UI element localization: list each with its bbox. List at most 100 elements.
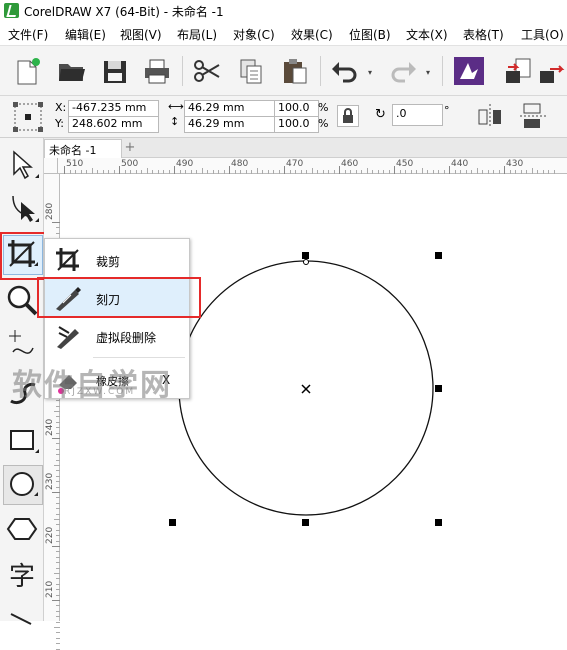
ruler-minor-tick	[56, 481, 60, 483]
ruler-minor-tick	[344, 170, 346, 174]
scale-x-field[interactable]: 100.0	[274, 100, 319, 117]
ruler-minor-tick	[355, 170, 357, 174]
ruler-minor-tick	[471, 170, 472, 174]
selection-handle	[435, 252, 442, 259]
ellipse-tool-icon[interactable]	[3, 465, 43, 505]
polygon-tool-icon[interactable]	[3, 510, 41, 548]
parallel-dimension-tool-icon[interactable]	[3, 600, 41, 638]
ruler-minor-tick	[234, 170, 236, 174]
new-document-icon[interactable]	[10, 55, 44, 87]
flyout-item-virtual-segment-delete[interactable]: 虚拟段删除	[45, 317, 189, 355]
ruler-minor-tick	[372, 170, 373, 174]
menu-tools[interactable]: 工具(O)	[521, 26, 564, 43]
ruler-tick	[229, 166, 230, 174]
ruler-tick	[52, 222, 60, 223]
ruler-minor-tick	[152, 170, 153, 174]
ruler-minor-tick	[80, 170, 82, 174]
ruler-tick	[52, 438, 60, 439]
zoom-tool-icon[interactable]	[3, 281, 41, 319]
crop-tool-highlight	[0, 232, 48, 280]
height-field[interactable]: 46.29 mm	[184, 116, 275, 133]
ruler-minor-tick	[75, 170, 76, 174]
flyout-label-virtual-segment-delete: 虚拟段删除	[96, 331, 157, 345]
ruler-minor-tick	[56, 567, 60, 569]
import-icon[interactable]	[502, 55, 536, 87]
width-field[interactable]: 46.29 mm	[184, 100, 275, 117]
ruler-minor-tick	[322, 170, 324, 174]
save-icon[interactable]	[98, 55, 132, 87]
ruler-minor-tick	[102, 170, 104, 174]
object-origin-icon[interactable]	[12, 101, 44, 133]
ruler-tick-label: 490	[176, 159, 194, 169]
height-icon: ↕	[170, 115, 180, 128]
undo-icon[interactable]	[328, 55, 362, 87]
menu-text[interactable]: 文本(X)	[406, 26, 448, 43]
ruler-minor-tick	[56, 524, 60, 526]
paste-icon[interactable]	[278, 55, 312, 87]
rotate-icon: ↻	[375, 107, 386, 122]
rotation-field[interactable]: .0	[392, 104, 443, 126]
menu-edit[interactable]: 编辑(E)	[65, 26, 106, 43]
add-tab-button[interactable]: +	[122, 141, 138, 156]
redo-icon[interactable]	[386, 55, 420, 87]
ruler-minor-tick	[56, 643, 60, 645]
launch-icon[interactable]	[452, 55, 486, 87]
menu-view[interactable]: 视图(V)	[120, 26, 162, 43]
ruler-tick	[64, 166, 65, 174]
ruler-minor-tick	[487, 170, 489, 174]
ruler-minor-tick	[69, 170, 71, 174]
ruler-minor-tick	[185, 170, 186, 174]
ruler-minor-tick	[56, 540, 60, 542]
ruler-minor-tick	[493, 170, 494, 174]
ruler-minor-tick	[56, 562, 60, 564]
freehand-tool-icon[interactable]	[3, 326, 41, 364]
ruler-minor-tick	[56, 578, 60, 580]
menu-table[interactable]: 表格(T)	[463, 26, 504, 43]
ruler-minor-tick	[218, 170, 219, 174]
mirror-horizontal-icon[interactable]	[476, 102, 506, 130]
ruler-minor-tick	[526, 170, 527, 174]
flyout-item-crop[interactable]: 裁剪	[45, 241, 189, 279]
horizontal-ruler[interactable]: 510 500 490 480 470 460 450 440 430	[58, 158, 567, 174]
ruler-minor-tick	[515, 170, 516, 174]
scale-y-field[interactable]: 100.0	[274, 116, 319, 133]
copy-icon[interactable]	[234, 55, 268, 87]
ruler-corner[interactable]	[44, 158, 58, 174]
ruler-tick-label: 230	[45, 472, 55, 490]
ruler-minor-tick	[56, 432, 60, 434]
redo-dropdown-icon[interactable]: ▾	[426, 68, 432, 77]
open-icon[interactable]	[54, 55, 88, 87]
menu-bitmaps[interactable]: 位图(B)	[349, 26, 391, 43]
mirror-vertical-icon[interactable]	[518, 102, 548, 130]
ruler-minor-tick	[141, 170, 142, 174]
watermark-subtext: RJZXW.COM	[64, 387, 136, 397]
ruler-minor-tick	[405, 170, 406, 174]
document-tab[interactable]: 未命名 -1	[44, 139, 122, 158]
text-tool-icon[interactable]: 字	[3, 556, 41, 594]
cut-icon[interactable]	[190, 55, 224, 87]
menu-effects[interactable]: 效果(C)	[291, 26, 333, 43]
ruler-minor-tick	[130, 170, 131, 174]
ruler-minor-tick	[56, 486, 60, 488]
ruler-tick-label: 210	[45, 580, 55, 598]
pick-tool-icon[interactable]	[3, 146, 41, 184]
virtual-segment-delete-icon	[53, 321, 83, 351]
ruler-minor-tick	[201, 168, 203, 174]
lock-ratio-icon[interactable]	[337, 105, 359, 127]
rectangle-tool-icon[interactable]	[3, 421, 41, 459]
x-position-field[interactable]: -467.235 mm	[68, 100, 159, 117]
menu-layout[interactable]: 布局(L)	[177, 26, 217, 43]
y-position-field[interactable]: 248.602 mm	[68, 116, 159, 133]
export-icon[interactable]	[536, 55, 567, 87]
ruler-tick-label: 220	[45, 526, 55, 544]
ruler-minor-tick	[56, 421, 60, 423]
print-icon[interactable]	[140, 55, 174, 87]
ruler-minor-tick	[476, 168, 478, 174]
menu-file[interactable]: 文件(F)	[8, 26, 48, 43]
menu-object[interactable]: 对象(C)	[233, 26, 275, 43]
ruler-minor-tick	[328, 170, 329, 174]
undo-dropdown-icon[interactable]: ▾	[368, 68, 374, 77]
ruler-minor-tick	[240, 170, 241, 174]
ruler-minor-tick	[56, 621, 60, 623]
shape-tool-icon[interactable]	[3, 190, 41, 228]
